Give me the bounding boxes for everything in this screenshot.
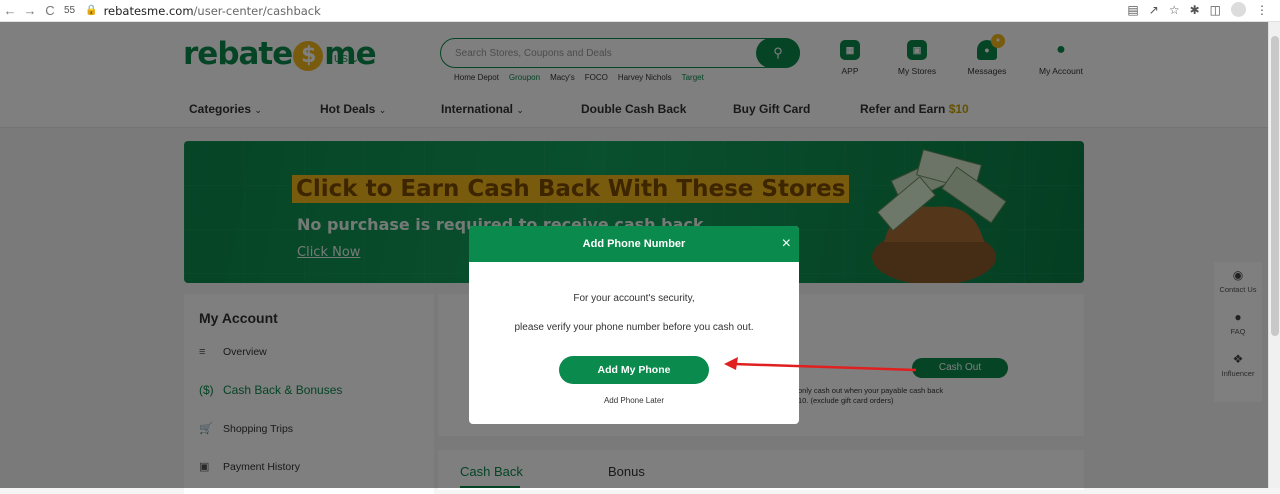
extensions-icon[interactable]: ✱ xyxy=(1190,3,1200,17)
bookmark-star-icon[interactable]: ☆ xyxy=(1169,3,1180,17)
add-my-phone-button[interactable]: Add My Phone xyxy=(559,356,709,384)
modal-header: Add Phone Number × xyxy=(469,226,799,262)
profile-avatar[interactable] xyxy=(1231,2,1246,17)
annotation-arrow xyxy=(724,357,917,372)
close-icon[interactable]: × xyxy=(782,226,791,262)
modal-message-line1: For your account's security, xyxy=(573,293,695,304)
reload-icon[interactable]: C xyxy=(40,3,60,18)
url-path[interactable]: /user-center/cashback xyxy=(194,4,321,18)
lock-icon[interactable]: 🔒 xyxy=(85,5,97,16)
translate-icon[interactable]: ▤ xyxy=(1127,3,1138,17)
browser-toolbar: ← → C 55 🔒 rebatesme.com/user-center/cas… xyxy=(0,0,1280,22)
forward-icon[interactable]: → xyxy=(20,3,40,18)
modal-message-line2: please verify your phone number before y… xyxy=(514,322,754,333)
add-phone-modal: Add Phone Number × For your account's se… xyxy=(469,226,799,424)
side-panel-icon[interactable]: ◫ xyxy=(1210,3,1221,17)
modal-title: Add Phone Number xyxy=(582,238,686,250)
share-icon[interactable]: ↗ xyxy=(1149,3,1159,17)
add-phone-later-link[interactable]: Add Phone Later xyxy=(469,396,799,405)
tab-count: 55 xyxy=(64,5,76,16)
page-scrollbar[interactable] xyxy=(1268,22,1280,488)
browser-actions: ▤ ↗ ☆ ✱ ◫ ⋮ xyxy=(1127,2,1268,17)
url-host[interactable]: rebatesme.com xyxy=(104,4,194,18)
back-icon[interactable]: ← xyxy=(0,3,20,18)
scrollbar-thumb[interactable] xyxy=(1271,36,1279,336)
browser-menu-icon[interactable]: ⋮ xyxy=(1256,3,1268,17)
